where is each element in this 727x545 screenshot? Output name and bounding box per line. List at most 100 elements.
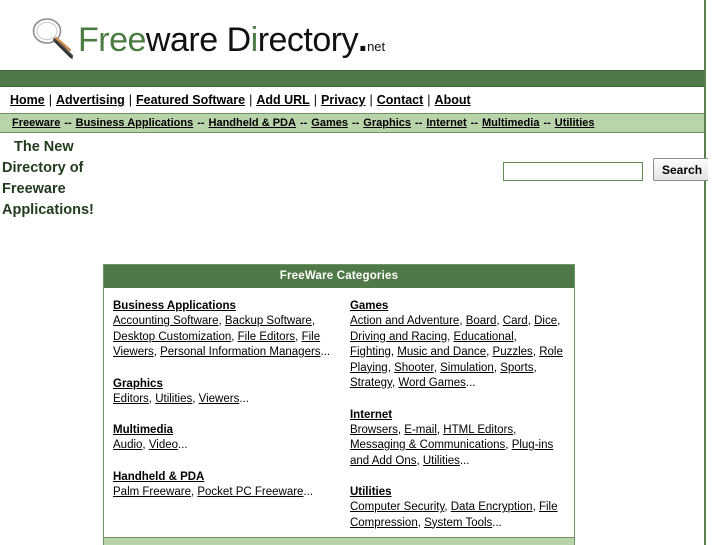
category-link[interactable]: Desktop Customization (113, 331, 231, 343)
nav-item-featured-software[interactable]: Featured Software (136, 93, 245, 107)
category-title-games[interactable]: Games (350, 300, 388, 312)
page-gutter (708, 0, 727, 545)
category-link[interactable]: Palm Freeware (113, 486, 191, 498)
subnav-item-freeware[interactable]: Freeware (12, 117, 60, 129)
tagline-line-4: Applications! (2, 202, 94, 218)
category-link[interactable]: Backup Software (225, 315, 312, 327)
subnav-separator: -- (470, 117, 478, 129)
nav-separator: | (427, 93, 431, 107)
category-link[interactable]: Personal Information Managers (160, 346, 320, 358)
category-title-multimedia[interactable]: Multimedia (113, 424, 173, 436)
nav-item-home[interactable]: Home (10, 93, 45, 107)
category-navigation: Freeware -- Business Applications -- Han… (0, 113, 704, 133)
site-tagline: The New Directory of Freeware Applicatio… (2, 137, 122, 221)
category-link[interactable]: Strategy (350, 377, 392, 389)
category-more-ellipsis: ... (459, 454, 470, 467)
category-link[interactable]: Shooter (394, 362, 434, 374)
subnav-item-graphics[interactable]: Graphics (363, 117, 411, 129)
subnav-item-multimedia[interactable]: Multimedia (482, 117, 539, 129)
category-link[interactable]: Video (149, 439, 178, 451)
subnav-item-games[interactable]: Games (311, 117, 348, 129)
category-link[interactable]: Fighting (350, 346, 391, 358)
category-more-ellipsis: ... (239, 392, 249, 405)
category-link[interactable]: Utilities (423, 455, 460, 467)
nav-item-contact[interactable]: Contact (377, 93, 424, 107)
category-link[interactable]: Pocket PC Freeware (197, 486, 303, 498)
nav-separator: | (128, 93, 132, 107)
category-link[interactable]: Educational (454, 331, 514, 343)
category-link[interactable]: Computer Security (350, 501, 444, 513)
freeware-categories-panel: FreeWare Categories Business Application… (103, 264, 575, 545)
category-link[interactable]: Puzzles (493, 346, 533, 358)
category-link[interactable]: Data Encryption (451, 501, 533, 513)
category-link[interactable]: System Tools (424, 517, 492, 529)
categories-panel-heading: FreeWare Categories (104, 265, 574, 288)
category-link[interactable]: File Editors (238, 331, 296, 343)
subnav-item-handheld-pda[interactable]: Handheld & PDA (209, 117, 296, 129)
category-title-utilities[interactable]: Utilities (350, 486, 392, 498)
category-link[interactable]: Viewers (199, 393, 240, 405)
category-link[interactable]: HTML Editors (443, 424, 513, 436)
category-link[interactable]: Action and Adventure (350, 315, 459, 327)
category-group-graphics: Graphics Editors, Utilities, Viewers... (113, 374, 340, 408)
search-button[interactable]: Search (653, 158, 712, 181)
categories-panel-footer (104, 537, 574, 545)
category-group-business-applications: Business Applications Accounting Softwar… (113, 296, 340, 361)
category-link[interactable]: Browsers (350, 424, 398, 436)
category-link[interactable]: Simulation (440, 362, 494, 374)
tagline-line-2: Directory of (2, 160, 84, 176)
category-links-multimedia: Audio, Video... (113, 439, 188, 451)
category-link[interactable]: Sports (500, 362, 533, 374)
nav-item-add-url[interactable]: Add URL (256, 93, 309, 107)
category-more-ellipsis: ... (303, 485, 314, 498)
subnav-item-utilities[interactable]: Utilities (555, 117, 595, 129)
categories-left-column: Business Applications Accounting Softwar… (104, 296, 346, 531)
categories-panel-body: Business Applications Accounting Softwar… (104, 288, 574, 537)
nav-separator: | (313, 93, 318, 107)
category-title-internet[interactable]: Internet (350, 409, 392, 421)
category-group-games: Games Action and Adventure, Board, Card,… (350, 296, 564, 392)
logo-ware-d: ware D (145, 21, 251, 59)
subnav-item-internet[interactable]: Internet (426, 117, 466, 129)
logo-net: net (367, 39, 386, 54)
site-header: Freeware Directory.net (0, 0, 704, 70)
logo-wordmark: Freeware Directory.net (78, 23, 385, 64)
logo-rectory: rectory (257, 21, 359, 59)
nav-separator: | (249, 93, 253, 107)
category-link[interactable]: Utilities (155, 393, 192, 405)
subnav-separator: -- (543, 117, 551, 129)
site-logo[interactable]: Freeware Directory.net (26, 6, 385, 68)
category-link[interactable]: Messaging & Communications (350, 439, 505, 451)
nav-item-privacy[interactable]: Privacy (321, 93, 365, 107)
category-link[interactable]: Card (503, 315, 528, 327)
search-input[interactable] (503, 162, 643, 181)
category-more-ellipsis: ... (320, 346, 331, 358)
logo-i: i (250, 21, 259, 59)
category-link[interactable]: Music and Dance (397, 346, 486, 358)
category-group-utilities: Utilities Computer Security, Data Encryp… (350, 482, 564, 531)
category-title-business-applications[interactable]: Business Applications (113, 300, 236, 312)
subnav-item-business-applications[interactable]: Business Applications (76, 117, 194, 129)
category-link[interactable]: Word Games (398, 377, 466, 389)
category-title-graphics[interactable]: Graphics (113, 378, 163, 390)
category-link[interactable]: Audio (113, 439, 142, 451)
subnav-separator: -- (299, 117, 308, 129)
category-link[interactable]: Dice (534, 315, 557, 327)
logo-free: Free (78, 21, 146, 59)
subnav-separator: -- (64, 117, 72, 129)
categories-right-column: Games Action and Adventure, Board, Card,… (346, 296, 574, 531)
category-links-games: Action and Adventure, Board, Card, Dice,… (349, 315, 563, 389)
category-title-handheld-pda[interactable]: Handheld & PDA (113, 471, 204, 483)
site-frame: Freeware Directory.net Home | Advertisin… (0, 0, 712, 545)
category-link[interactable]: Editors (113, 393, 149, 405)
category-link[interactable]: Board (466, 315, 497, 327)
category-link[interactable]: E-mail (404, 424, 437, 436)
nav-item-about[interactable]: About (435, 93, 471, 107)
category-link[interactable]: Driving and Racing (350, 331, 447, 343)
nav-item-advertising[interactable]: Advertising (56, 93, 125, 107)
category-link[interactable]: Accounting Software (113, 315, 218, 327)
category-more-ellipsis: ... (492, 516, 502, 529)
category-links-graphics: Editors, Utilities, Viewers... (113, 392, 249, 405)
logo-dot: . (358, 21, 368, 59)
category-links-business-applications: Accounting Software, Backup Software, De… (113, 315, 331, 358)
